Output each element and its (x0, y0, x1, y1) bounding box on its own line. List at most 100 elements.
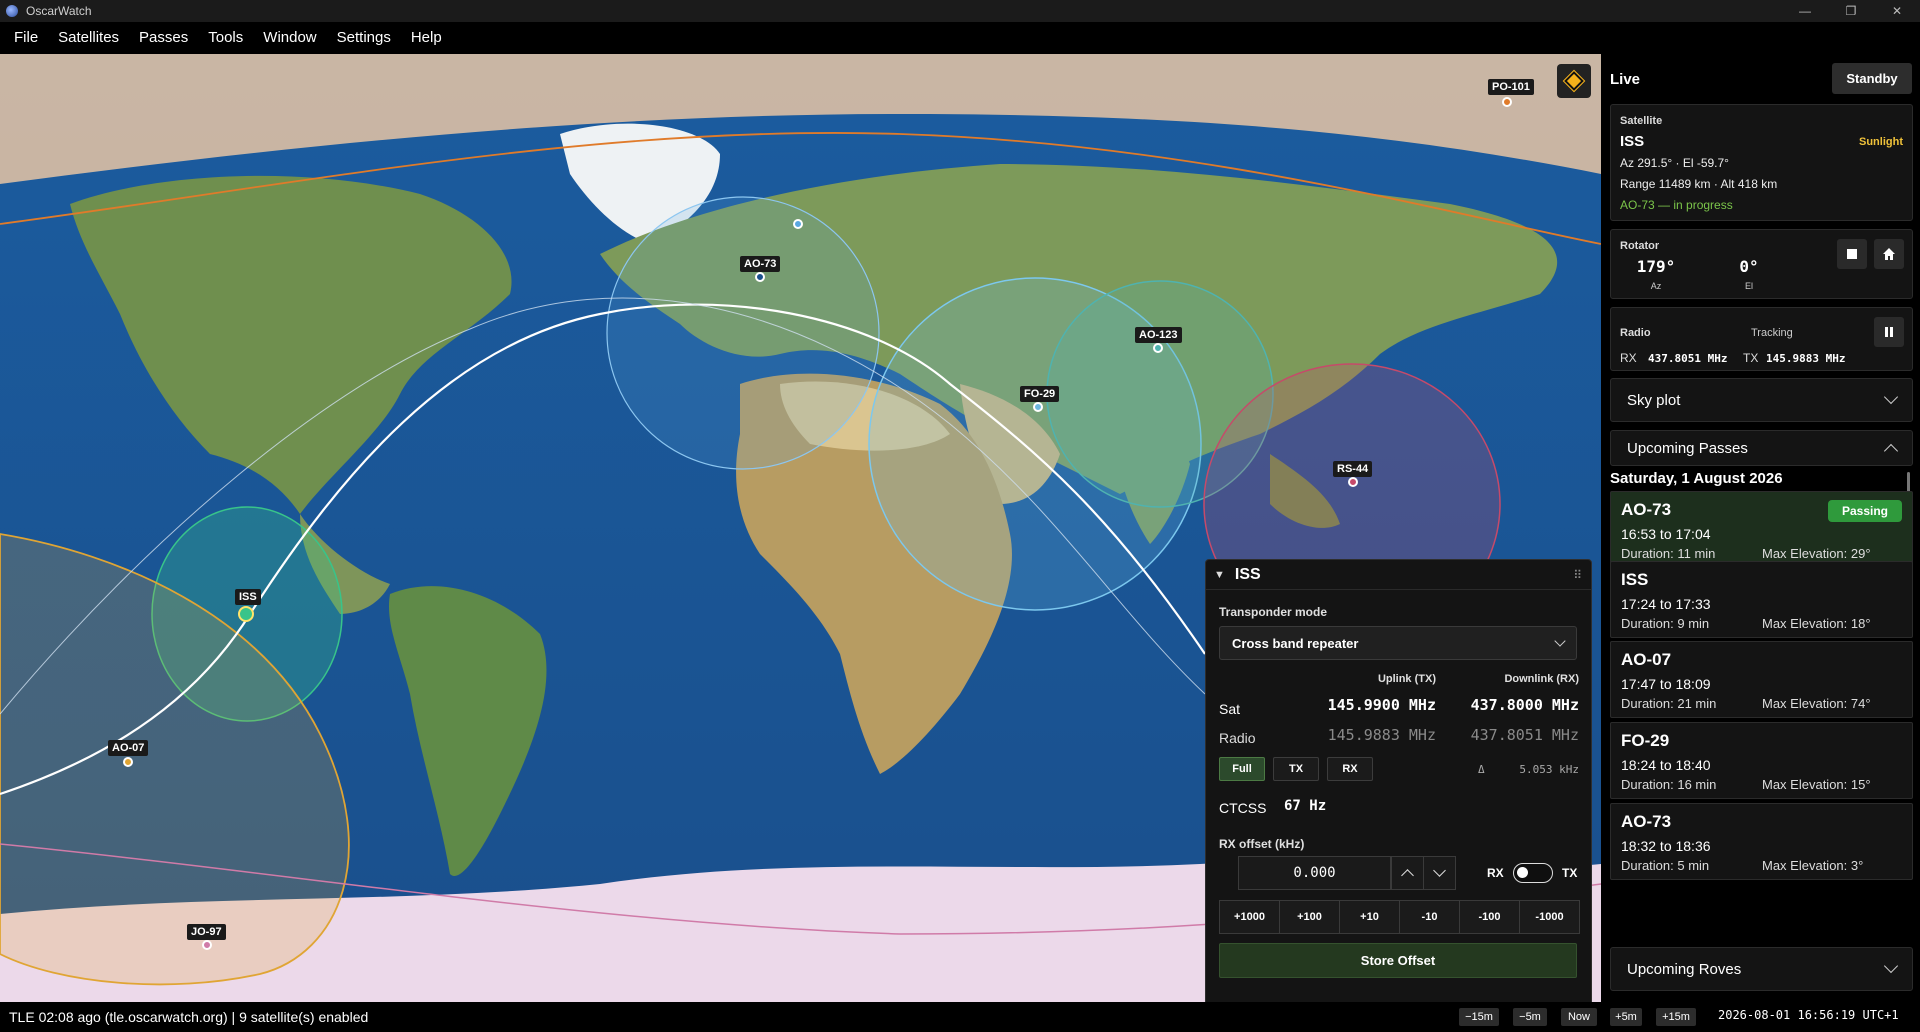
world-map[interactable]: PO-101 AO-73 AO-123 FO-29 RS-44 ISS AO-0… (0, 54, 1601, 1002)
sat-marker-ao73-qth (793, 219, 803, 229)
toggle-rx-label: RX (1487, 866, 1504, 880)
menu-file[interactable]: File (4, 22, 48, 54)
sat-row-label: Sat (1219, 701, 1241, 717)
sat-label-ao73[interactable]: AO-73 (740, 256, 781, 272)
time-minus-5m-button[interactable]: −5m (1513, 1008, 1547, 1026)
offset-up-button[interactable] (1391, 856, 1424, 890)
satellite-caption: Satellite (1620, 115, 1663, 127)
sat-marker-po101[interactable] (1502, 97, 1512, 107)
sat-label-ao123[interactable]: AO-123 (1135, 327, 1182, 343)
sat-label-fo29[interactable]: FO-29 (1020, 386, 1060, 402)
chevron-down-icon (1433, 864, 1446, 877)
sat-marker-iss[interactable] (238, 606, 254, 622)
tracking-pause-button[interactable] (1874, 317, 1904, 347)
sat-marker-fo29[interactable] (1033, 402, 1043, 412)
time-minus-15m-button[interactable]: −15m (1459, 1008, 1499, 1026)
map-layer-button[interactable] (1557, 64, 1591, 98)
step-minus-100-button[interactable]: -100 (1459, 900, 1520, 934)
maximize-button[interactable]: ❐ (1828, 0, 1874, 22)
sat-marker-ao123[interactable] (1153, 343, 1163, 353)
store-offset-button[interactable]: Store Offset (1219, 943, 1577, 978)
chevron-down-icon (1883, 389, 1899, 405)
step-minus-10-button[interactable]: -10 (1399, 900, 1460, 934)
rotator-caption: Rotator (1620, 240, 1660, 252)
rotator-stop-button[interactable] (1837, 239, 1867, 269)
time-now-button[interactable]: Now (1561, 1008, 1597, 1026)
downlink-header: Downlink (RX) (1504, 673, 1579, 685)
menu-passes[interactable]: Passes (129, 22, 198, 54)
radio-rx-value: 437.8051 MHz (1648, 352, 1728, 365)
rx-offset-input[interactable]: 0.000 (1238, 856, 1391, 890)
sat-marker-ao73[interactable] (755, 272, 765, 282)
radio-uplink-value: 145.9883 MHz (1327, 726, 1436, 744)
pass-item[interactable]: AO-07 17:47 to 18:09 Duration: 21 min Ma… (1610, 641, 1913, 718)
sat-label-ao07[interactable]: AO-07 (108, 740, 149, 756)
time-plus-5m-button[interactable]: +5m (1610, 1008, 1642, 1026)
step-plus-1000-button[interactable]: +1000 (1219, 900, 1280, 934)
mode-tx-button[interactable]: TX (1273, 757, 1319, 781)
toggle-knob (1517, 867, 1528, 878)
mode-full-button[interactable]: Full (1219, 757, 1265, 781)
sat-marker-ao07[interactable] (123, 757, 133, 767)
pass-max-elevation: Max Elevation: 74° (1762, 696, 1871, 711)
sat-marker-rs44[interactable] (1348, 477, 1358, 487)
pass-item[interactable]: FO-29 18:24 to 18:40 Duration: 16 min Ma… (1610, 722, 1913, 799)
pass-item[interactable]: AO-73 Passing 16:53 to 17:04 Duration: 1… (1610, 491, 1913, 568)
pass-item[interactable]: ISS 17:24 to 17:33 Duration: 9 min Max E… (1610, 561, 1913, 638)
passing-badge: Passing (1828, 500, 1902, 522)
sunlight-badge: Sunlight (1859, 136, 1903, 148)
upcoming-roves-section[interactable]: Upcoming Roves (1610, 947, 1913, 991)
menu-satellites[interactable]: Satellites (48, 22, 129, 54)
pass-max-elevation: Max Elevation: 29° (1762, 546, 1871, 561)
pass-max-elevation: Max Elevation: 15° (1762, 777, 1871, 792)
close-button[interactable]: ✕ (1874, 0, 1920, 22)
time-plus-15m-button[interactable]: +15m (1656, 1008, 1696, 1026)
step-plus-100-button[interactable]: +100 (1279, 900, 1340, 934)
menu-help[interactable]: Help (401, 22, 452, 54)
pass-duration: Duration: 11 min (1621, 546, 1716, 561)
satellite-card: Satellite ISS Sunlight Az 291.5° · El -5… (1610, 104, 1913, 221)
sat-label-rs44[interactable]: RS-44 (1333, 461, 1373, 477)
sky-plot-label: Sky plot (1627, 391, 1681, 409)
chevron-up-icon (1883, 443, 1899, 459)
standby-button[interactable]: Standby (1832, 63, 1912, 94)
transponder-select[interactable]: Cross band repeater (1219, 626, 1577, 660)
menu-bar: File Satellites Passes Tools Window Sett… (0, 22, 1920, 54)
rotator-card: Rotator 179° Az 0° El (1610, 229, 1913, 299)
iss-panel-header[interactable]: ▼ ISS ⠿ (1206, 560, 1591, 590)
menu-window[interactable]: Window (253, 22, 326, 54)
minimize-button[interactable]: — (1782, 0, 1828, 22)
menu-settings[interactable]: Settings (327, 22, 401, 54)
drag-grip-icon[interactable]: ⠿ (1573, 568, 1583, 582)
mode-rx-button[interactable]: RX (1327, 757, 1373, 781)
transponder-value: Cross band repeater (1232, 635, 1359, 651)
rotator-az-label: Az (1650, 281, 1662, 291)
rx-tx-toggle[interactable] (1513, 863, 1553, 883)
pass-name: ISS (1621, 570, 1649, 589)
collapse-triangle-icon[interactable]: ▼ (1214, 569, 1225, 581)
sat-marker-jo97[interactable] (202, 940, 212, 950)
menu-tools[interactable]: Tools (198, 22, 253, 54)
sat-label-iss[interactable]: ISS (235, 589, 261, 605)
uplink-header: Uplink (TX) (1377, 673, 1436, 685)
offset-down-button[interactable] (1423, 856, 1456, 890)
step-minus-1000-button[interactable]: -1000 (1519, 900, 1580, 934)
pass-time: 17:47 to 18:09 (1621, 676, 1711, 692)
pass-duration: Duration: 21 min (1621, 696, 1717, 711)
diamond-icon (1562, 69, 1586, 93)
pass-item[interactable]: AO-73 18:32 to 18:36 Duration: 5 min Max… (1610, 803, 1913, 880)
sat-label-jo97[interactable]: JO-97 (187, 924, 226, 940)
pass-duration: Duration: 16 min (1621, 777, 1717, 792)
radio-tx-value: 145.9883 MHz (1766, 352, 1846, 365)
ctcss-value: 67 Hz (1284, 798, 1327, 814)
sat-downlink-value: 437.8000 MHz (1470, 696, 1579, 714)
sat-label-po101[interactable]: PO-101 (1488, 79, 1534, 95)
pass-name: AO-73 (1621, 500, 1672, 519)
tracking-label: Tracking (1751, 327, 1793, 339)
chevron-down-icon (1554, 635, 1566, 647)
rotator-home-button[interactable] (1874, 239, 1904, 269)
chevron-up-icon (1401, 869, 1414, 882)
sky-plot-section[interactable]: Sky plot (1610, 378, 1913, 422)
step-plus-10-button[interactable]: +10 (1339, 900, 1400, 934)
upcoming-passes-section[interactable]: Upcoming Passes (1610, 430, 1913, 466)
